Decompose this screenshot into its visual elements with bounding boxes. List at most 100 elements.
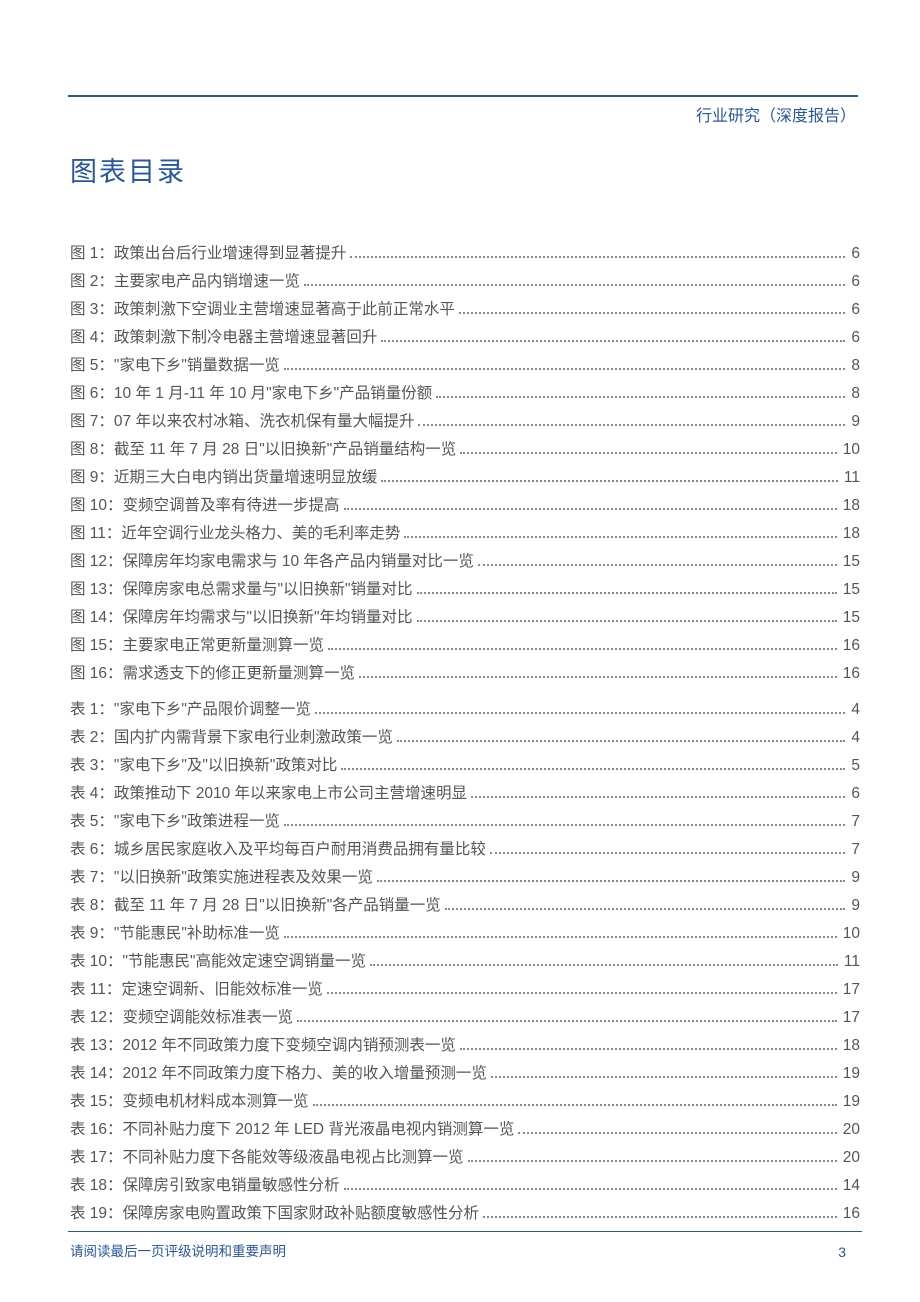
toc-entry-label: 图 1：政策出台后行业增速得到显著提升 (70, 241, 346, 263)
toc-entry: 表 11：定速空调新、旧能效标准一览17 (70, 977, 860, 1005)
toc-entry-page: 15 (843, 581, 860, 599)
toc-entry-label: 图 14：保障房年均需求与"以旧换新"年均销量对比 (70, 605, 413, 627)
toc-dots (313, 1104, 837, 1106)
toc-entry-page: 19 (843, 1065, 860, 1083)
toc-dots (490, 852, 845, 854)
toc-entry-page: 9 (851, 413, 860, 431)
toc-entry: 表 9："节能惠民"补助标准一览 10 (70, 921, 860, 949)
toc-dots (359, 676, 837, 678)
toc-dots (377, 880, 845, 882)
toc-dots (417, 592, 837, 594)
toc-dots (381, 340, 845, 342)
toc-entry-label: 表 2：国内扩内需背景下家电行业刺激政策一览 (70, 725, 393, 747)
toc-entry-label: 表 19：保障房家电购置政策下国家财政补贴额度敏感性分析 (70, 1201, 479, 1223)
toc-entry: 图 9：近期三大白电内销出货量增速明显放缓 11 (70, 465, 860, 493)
toc-entry: 图 16：需求透支下的修正更新量测算一览 16 (70, 661, 860, 689)
toc-entry: 图 14：保障房年均需求与"以旧换新"年均销量对比15 (70, 605, 860, 633)
toc-entry-label: 图 10：变频空调普及率有待进一步提高 (70, 493, 340, 515)
toc-entry: 表 6：城乡居民家庭收入及平均每百户耐用消费品拥有量比较7 (70, 837, 860, 865)
toc-entry-page: 16 (843, 1205, 860, 1223)
toc-dots (284, 368, 845, 370)
toc-entry-page: 6 (851, 245, 860, 263)
footer-note: 请阅读最后一页评级说明和重要声明 (70, 1240, 286, 1260)
toc-entry: 表 3："家电下乡"及"以旧换新"政策对比 5 (70, 753, 860, 781)
toc-dots (491, 1076, 837, 1078)
toc-dots (397, 740, 845, 742)
toc-entry-label: 图 2：主要家电产品内销增速一览 (70, 269, 300, 291)
figure-toc-list: 图 1：政策出台后行业增速得到显著提升 6 图 2：主要家电产品内销增速一览 6 图 3… (70, 241, 860, 689)
toc-entry-label: 表 12：变频空调能效标准表一览 (70, 1005, 293, 1027)
toc-entry: 表 14：2012 年不同政策力度下格力、美的收入增量预测一览19 (70, 1061, 860, 1089)
toc-dots (478, 564, 837, 566)
toc-entry-label: 图 16：需求透支下的修正更新量测算一览 (70, 661, 355, 683)
toc-entry-page: 6 (851, 329, 860, 347)
toc-entry-page: 17 (843, 981, 860, 999)
header-divider (68, 95, 858, 97)
toc-entry-page: 18 (843, 525, 860, 543)
toc-entry: 表 8：截至 11 年 7 月 28 日"以旧换新"各产品销量一览9 (70, 893, 860, 921)
toc-entry-label: 表 15：变频电机材料成本测算一览 (70, 1089, 309, 1111)
toc-entry-label: 图 11：近年空调行业龙头格力、美的毛利率走势 (70, 521, 400, 543)
footer-divider (68, 1231, 862, 1232)
toc-entry-label: 表 3："家电下乡"及"以旧换新"政策对比 (70, 753, 337, 775)
toc-entry: 图 2：主要家电产品内销增速一览 6 (70, 269, 860, 297)
toc-entry: 表 10："节能惠民"高能效定速空调销量一览11 (70, 949, 860, 977)
toc-entry-label: 图 8：截至 11 年 7 月 28 日"以旧换新"产品销量结构一览 (70, 437, 456, 459)
toc-entry-page: 5 (851, 757, 860, 775)
toc-entry: 图 15：主要家电正常更新量测算一览16 (70, 633, 860, 661)
toc-dots (327, 992, 837, 994)
toc-entry-label: 图 9：近期三大白电内销出货量增速明显放缓 (70, 465, 377, 487)
header-category: 行业研究（深度报告） (696, 102, 856, 126)
toc-entry-page: 20 (843, 1121, 860, 1139)
toc-entry-label: 图 13：保障房家电总需求量与"以旧换新"销量对比 (70, 577, 413, 599)
toc-entry: 图 3：政策刺激下空调业主营增速显著高于此前正常水平6 (70, 297, 860, 325)
toc-entry: 图 11：近年空调行业龙头格力、美的毛利率走势 18 (70, 521, 860, 549)
toc-entry-page: 9 (851, 897, 860, 915)
toc-dots (445, 908, 846, 910)
toc-entry-page: 7 (851, 813, 860, 831)
toc-entry-page: 17 (843, 1009, 860, 1027)
toc-entry: 图 12：保障房年均家电需求与 10 年各产品内销量对比一览 15 (70, 549, 860, 577)
toc-dots (417, 620, 837, 622)
toc-dots (284, 936, 837, 938)
toc-dots (460, 1048, 837, 1050)
toc-entry-page: 11 (844, 469, 860, 487)
toc-entry-label: 表 4：政策推动下 2010 年以来家电上市公司主营增速明显 (70, 781, 467, 803)
toc-entry-page: 15 (843, 553, 860, 571)
toc-entry: 表 13：2012 年不同政策力度下变频空调内销预测表一览18 (70, 1033, 860, 1061)
toc-dots (381, 480, 837, 482)
toc-entry: 表 2：国内扩内需背景下家电行业刺激政策一览4 (70, 725, 860, 753)
toc-dots (284, 824, 845, 826)
toc-entry-label: 图 12：保障房年均家电需求与 10 年各产品内销量对比一览 (70, 549, 474, 571)
toc-entry: 表 17：不同补贴力度下各能效等级液晶电视占比测算一览20 (70, 1145, 860, 1173)
toc-entry-page: 8 (851, 385, 860, 403)
toc-entry-label: 表 13：2012 年不同政策力度下变频空调内销预测表一览 (70, 1033, 456, 1055)
toc-entry: 表 12：变频空调能效标准表一览 17 (70, 1005, 860, 1033)
toc-entry: 表 1："家电下乡"产品限价调整一览4 (70, 697, 860, 725)
toc-dots (304, 284, 845, 286)
toc-entry-page: 9 (851, 869, 860, 887)
toc-entry-page: 6 (851, 273, 860, 291)
toc-entry-page: 16 (843, 665, 860, 683)
toc-entry: 图 7：07 年以来农村冰箱、洗衣机保有量大幅提升9 (70, 409, 860, 437)
toc-entry-label: 图 15：主要家电正常更新量测算一览 (70, 633, 324, 655)
toc-dots (350, 256, 845, 258)
toc-entry: 图 6：10 年 1 月-11 年 10 月"家电下乡"产品销量份额 8 (70, 381, 860, 409)
toc-entry-label: 表 18：保障房引致家电销量敏感性分析 (70, 1173, 340, 1195)
toc-dots (297, 1020, 837, 1022)
toc-entry-page: 8 (851, 357, 860, 375)
toc-entry: 表 18：保障房引致家电销量敏感性分析14 (70, 1173, 860, 1201)
toc-entry-label: 图 6：10 年 1 月-11 年 10 月"家电下乡"产品销量份额 (70, 381, 432, 403)
toc-entry: 图 5："家电下乡"销量数据一览8 (70, 353, 860, 381)
toc-entry-page: 10 (843, 925, 860, 943)
toc-entry-page: 18 (843, 497, 860, 515)
toc-entry-label: 表 5："家电下乡"政策进程一览 (70, 809, 280, 831)
toc-entry: 表 4：政策推动下 2010 年以来家电上市公司主营增速明显6 (70, 781, 860, 809)
toc-entry-label: 表 9："节能惠民"补助标准一览 (70, 921, 280, 943)
toc-entry-label: 图 3：政策刺激下空调业主营增速显著高于此前正常水平 (70, 297, 455, 319)
toc-entry: 图 8：截至 11 年 7 月 28 日"以旧换新"产品销量结构一览10 (70, 437, 860, 465)
toc-entry: 表 15：变频电机材料成本测算一览19 (70, 1089, 860, 1117)
page-number: 3 (838, 1244, 846, 1260)
toc-dots (483, 1216, 837, 1218)
toc-dots (418, 424, 845, 426)
